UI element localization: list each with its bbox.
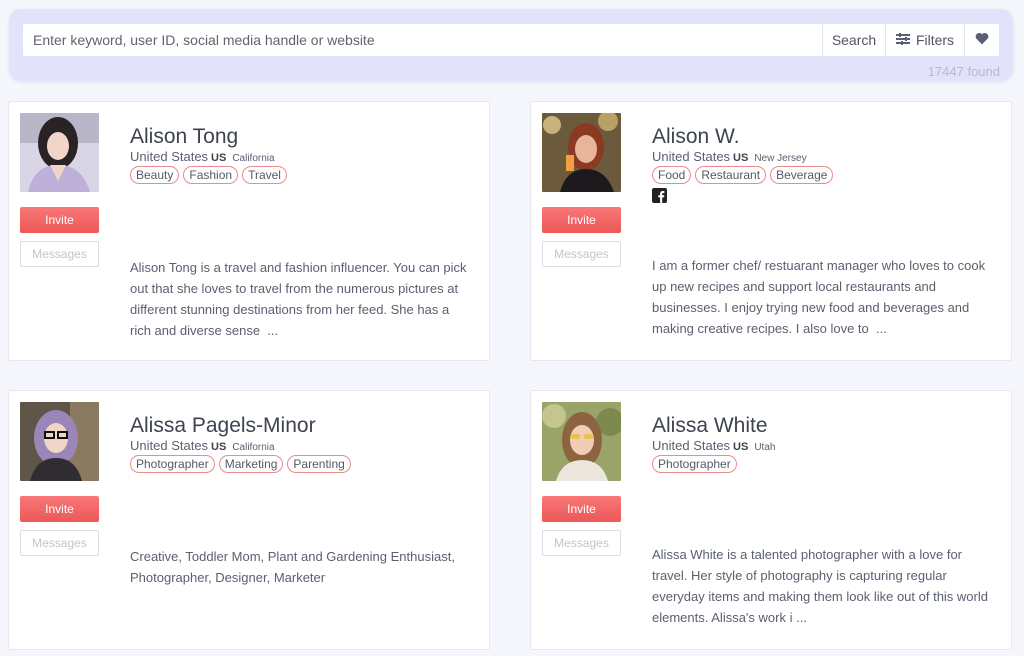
bio: Creative, Toddler Mom, Plant and Gardeni… bbox=[130, 546, 470, 588]
invite-button[interactable]: Invite bbox=[542, 207, 621, 233]
search-bar: Search Filters bbox=[23, 24, 999, 56]
bio: Alissa White is a talented photographer … bbox=[652, 544, 992, 628]
bio: I am a former chef/ restuarant manager w… bbox=[652, 255, 992, 339]
invite-button[interactable]: Invite bbox=[20, 496, 99, 522]
country-code: US bbox=[733, 441, 749, 453]
search-panel: Search Filters 17447 fo bbox=[9, 9, 1013, 81]
location: United States US California bbox=[130, 149, 275, 164]
country: United States bbox=[130, 438, 209, 453]
bio-text: I am a former chef/ restuarant manager w… bbox=[652, 258, 986, 336]
results-count: 17447 found bbox=[927, 64, 1000, 79]
category-tags: Beauty Fashion Travel bbox=[130, 166, 287, 184]
influencer-name[interactable]: Alison Tong bbox=[130, 125, 238, 149]
influencer-card[interactable]: Invite Messages Alison Tong United State… bbox=[8, 101, 490, 361]
country: United States bbox=[652, 438, 731, 453]
bio: Alison Tong is a travel and fashion infl… bbox=[130, 257, 470, 341]
influencer-card[interactable]: Invite Messages Alison W. United States U… bbox=[530, 101, 1012, 361]
messages-button[interactable]: Messages bbox=[542, 241, 621, 267]
location: United States US New Jersey bbox=[652, 149, 807, 164]
filters-button[interactable]: Filters bbox=[885, 24, 964, 56]
messages-button[interactable]: Messages bbox=[20, 241, 99, 267]
bio-text: Alison Tong is a travel and fashion infl… bbox=[130, 260, 467, 338]
category-tag[interactable]: Beauty bbox=[130, 166, 180, 184]
category-tag[interactable]: Travel bbox=[242, 166, 287, 184]
messages-button[interactable]: Messages bbox=[20, 530, 99, 556]
category-tags: Food Restaurant Beverage bbox=[652, 166, 834, 184]
state: California bbox=[232, 153, 275, 164]
more-ellipsis[interactable]: ... bbox=[267, 323, 278, 338]
country-code: US bbox=[733, 152, 749, 164]
location: United States US California bbox=[130, 438, 275, 453]
influencer-name[interactable]: Alison W. bbox=[652, 125, 740, 149]
more-ellipsis[interactable]: ... bbox=[876, 321, 887, 336]
country: United States bbox=[130, 149, 209, 164]
category-tag[interactable]: Restaurant bbox=[695, 166, 767, 184]
state: California bbox=[232, 442, 275, 453]
category-tag[interactable]: Photographer bbox=[130, 455, 215, 473]
bio-text: Alissa White is a talented photographer … bbox=[652, 547, 988, 625]
influencer-name[interactable]: Alissa White bbox=[652, 414, 768, 438]
search-input[interactable] bbox=[23, 24, 822, 56]
category-tag[interactable]: Beverage bbox=[770, 166, 834, 184]
location: United States US Utah bbox=[652, 438, 775, 453]
category-tag[interactable]: Parenting bbox=[287, 455, 351, 473]
category-tags: Photographer Marketing Parenting bbox=[130, 455, 351, 473]
influencer-card[interactable]: Invite Messages Alissa White United Stat… bbox=[530, 390, 1012, 650]
bio-text: Creative, Toddler Mom, Plant and Gardeni… bbox=[130, 549, 455, 585]
search-button[interactable]: Search bbox=[822, 24, 885, 56]
category-tag[interactable]: Fashion bbox=[183, 166, 239, 184]
state: New Jersey bbox=[754, 153, 807, 164]
category-tags: Photographer bbox=[652, 455, 737, 473]
country-code: US bbox=[211, 441, 227, 453]
avatar[interactable] bbox=[542, 113, 621, 192]
country-code: US bbox=[211, 152, 227, 164]
messages-button[interactable]: Messages bbox=[542, 530, 621, 556]
facebook-icon[interactable] bbox=[652, 188, 667, 203]
avatar[interactable] bbox=[20, 113, 99, 192]
category-tag[interactable]: Marketing bbox=[218, 455, 284, 473]
category-tag[interactable]: Food bbox=[652, 166, 692, 184]
heart-icon bbox=[975, 32, 989, 48]
influencer-card[interactable]: Invite Messages Alissa Pagels-Minor Unit… bbox=[8, 390, 490, 650]
sliders-icon bbox=[895, 32, 910, 48]
more-ellipsis[interactable]: ... bbox=[796, 610, 807, 625]
filters-button-label: Filters bbox=[915, 32, 955, 48]
favorites-button[interactable] bbox=[964, 24, 999, 56]
influencer-name[interactable]: Alissa Pagels-Minor bbox=[130, 414, 316, 438]
avatar[interactable] bbox=[542, 402, 621, 481]
invite-button[interactable]: Invite bbox=[542, 496, 621, 522]
category-tag[interactable]: Photographer bbox=[652, 455, 737, 473]
invite-button[interactable]: Invite bbox=[20, 207, 99, 233]
country: United States bbox=[652, 149, 731, 164]
state: Utah bbox=[754, 442, 776, 453]
search-button-label: Search bbox=[831, 32, 877, 48]
avatar[interactable] bbox=[20, 402, 99, 481]
